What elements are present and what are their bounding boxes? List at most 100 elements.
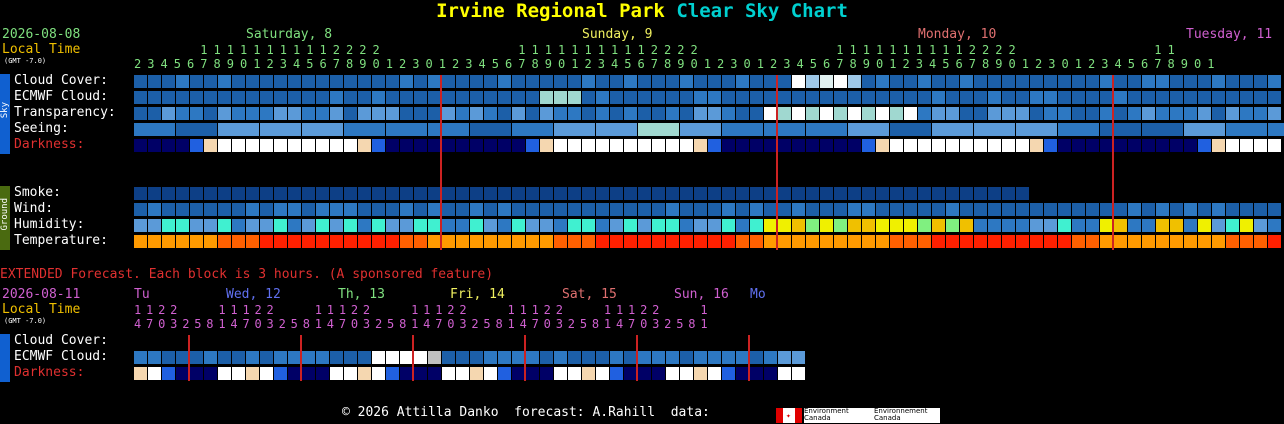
wind-block[interactable] bbox=[582, 203, 595, 216]
cloud-cover-block[interactable] bbox=[526, 75, 539, 88]
darkness-block[interactable] bbox=[1226, 139, 1239, 152]
smoke-block[interactable] bbox=[680, 187, 693, 200]
ext-darkness-block[interactable] bbox=[470, 367, 483, 380]
transparency-block[interactable] bbox=[148, 107, 161, 120]
temperature-block[interactable] bbox=[1198, 235, 1211, 248]
cloud-cover-block[interactable] bbox=[680, 75, 693, 88]
humidity-block[interactable] bbox=[988, 219, 1001, 232]
ecmwf-cloud-block[interactable] bbox=[442, 91, 455, 104]
cloud-cover-block[interactable] bbox=[1100, 75, 1113, 88]
ecmwf-cloud-block[interactable] bbox=[330, 91, 343, 104]
temperature-block[interactable] bbox=[428, 235, 441, 248]
darkness-block[interactable] bbox=[1198, 139, 1211, 152]
temperature-block[interactable] bbox=[246, 235, 259, 248]
humidity-block[interactable] bbox=[862, 219, 875, 232]
darkness-block[interactable] bbox=[1268, 139, 1281, 152]
transparency-block[interactable] bbox=[624, 107, 637, 120]
smoke-block[interactable] bbox=[568, 187, 581, 200]
seeing-block[interactable] bbox=[1100, 123, 1141, 136]
transparency-block[interactable] bbox=[848, 107, 861, 120]
smoke-block[interactable] bbox=[918, 187, 931, 200]
cloud-cover-block[interactable] bbox=[820, 75, 833, 88]
cloud-cover-block[interactable] bbox=[876, 75, 889, 88]
humidity-block[interactable] bbox=[414, 219, 427, 232]
transparency-block[interactable] bbox=[246, 107, 259, 120]
ext-ecmwf-block[interactable] bbox=[260, 351, 273, 364]
temperature-block[interactable] bbox=[834, 235, 847, 248]
humidity-block[interactable] bbox=[778, 219, 791, 232]
transparency-block[interactable] bbox=[1142, 107, 1155, 120]
ext-ecmwf-block[interactable] bbox=[162, 351, 175, 364]
ext-darkness-block[interactable] bbox=[512, 367, 525, 380]
smoke-block[interactable] bbox=[988, 187, 1001, 200]
wind-block[interactable] bbox=[274, 203, 287, 216]
ext-ecmwf-block[interactable] bbox=[274, 351, 287, 364]
wind-block[interactable] bbox=[596, 203, 609, 216]
ext-darkness-block[interactable] bbox=[680, 367, 693, 380]
transparency-block[interactable] bbox=[260, 107, 273, 120]
smoke-block[interactable] bbox=[540, 187, 553, 200]
ext-ecmwf-block[interactable] bbox=[498, 351, 511, 364]
ecmwf-cloud-block[interactable] bbox=[792, 91, 805, 104]
smoke-block[interactable] bbox=[260, 187, 273, 200]
ext-ecmwf-block[interactable] bbox=[414, 351, 427, 364]
temperature-block[interactable] bbox=[750, 235, 763, 248]
transparency-block[interactable] bbox=[778, 107, 791, 120]
smoke-block[interactable] bbox=[974, 187, 987, 200]
transparency-block[interactable] bbox=[232, 107, 245, 120]
wind-block[interactable] bbox=[414, 203, 427, 216]
smoke-block[interactable] bbox=[554, 187, 567, 200]
darkness-block[interactable] bbox=[1044, 139, 1057, 152]
humidity-block[interactable] bbox=[274, 219, 287, 232]
ecmwf-cloud-block[interactable] bbox=[904, 91, 917, 104]
cloud-cover-block[interactable] bbox=[288, 75, 301, 88]
transparency-block[interactable] bbox=[1086, 107, 1099, 120]
ecmwf-cloud-block[interactable] bbox=[834, 91, 847, 104]
cloud-cover-block[interactable] bbox=[862, 75, 875, 88]
temperature-block[interactable] bbox=[302, 235, 315, 248]
ecmwf-cloud-block[interactable] bbox=[526, 91, 539, 104]
ecmwf-cloud-block[interactable] bbox=[1226, 91, 1239, 104]
temperature-block[interactable] bbox=[876, 235, 889, 248]
cloud-cover-block[interactable] bbox=[848, 75, 861, 88]
temperature-block[interactable] bbox=[862, 235, 875, 248]
smoke-block[interactable] bbox=[316, 187, 329, 200]
transparency-block[interactable] bbox=[750, 107, 763, 120]
humidity-block[interactable] bbox=[1226, 219, 1239, 232]
temperature-block[interactable] bbox=[148, 235, 161, 248]
darkness-block[interactable] bbox=[680, 139, 693, 152]
transparency-block[interactable] bbox=[288, 107, 301, 120]
wind-block[interactable] bbox=[428, 203, 441, 216]
smoke-block[interactable] bbox=[442, 187, 455, 200]
temperature-block[interactable] bbox=[1226, 235, 1239, 248]
cloud-cover-block[interactable] bbox=[554, 75, 567, 88]
temperature-block[interactable] bbox=[848, 235, 861, 248]
ext-darkness-block[interactable] bbox=[400, 367, 413, 380]
temperature-block[interactable] bbox=[904, 235, 917, 248]
seeing-block[interactable] bbox=[848, 123, 889, 136]
smoke-block[interactable] bbox=[750, 187, 763, 200]
cloud-cover-block[interactable] bbox=[778, 75, 791, 88]
cloud-cover-block[interactable] bbox=[1002, 75, 1015, 88]
humidity-block[interactable] bbox=[652, 219, 665, 232]
ext-darkness-block[interactable] bbox=[456, 367, 469, 380]
ecmwf-cloud-block[interactable] bbox=[680, 91, 693, 104]
darkness-block[interactable] bbox=[456, 139, 469, 152]
ecmwf-cloud-block[interactable] bbox=[848, 91, 861, 104]
ecmwf-cloud-block[interactable] bbox=[666, 91, 679, 104]
seeing-block[interactable] bbox=[302, 123, 343, 136]
ext-darkness-block[interactable] bbox=[162, 367, 175, 380]
ext-row-label-cloud[interactable]: Cloud Cover: bbox=[14, 334, 108, 348]
ext-darkness-block[interactable] bbox=[176, 367, 189, 380]
seeing-block[interactable] bbox=[470, 123, 511, 136]
humidity-block[interactable] bbox=[134, 219, 147, 232]
wind-block[interactable] bbox=[568, 203, 581, 216]
wind-block[interactable] bbox=[750, 203, 763, 216]
ext-ecmwf-block[interactable] bbox=[680, 351, 693, 364]
wind-block[interactable] bbox=[288, 203, 301, 216]
smoke-block[interactable] bbox=[204, 187, 217, 200]
smoke-block[interactable] bbox=[400, 187, 413, 200]
darkness-block[interactable] bbox=[960, 139, 973, 152]
seeing-block[interactable] bbox=[134, 123, 175, 136]
ext-darkness-block[interactable] bbox=[764, 367, 777, 380]
